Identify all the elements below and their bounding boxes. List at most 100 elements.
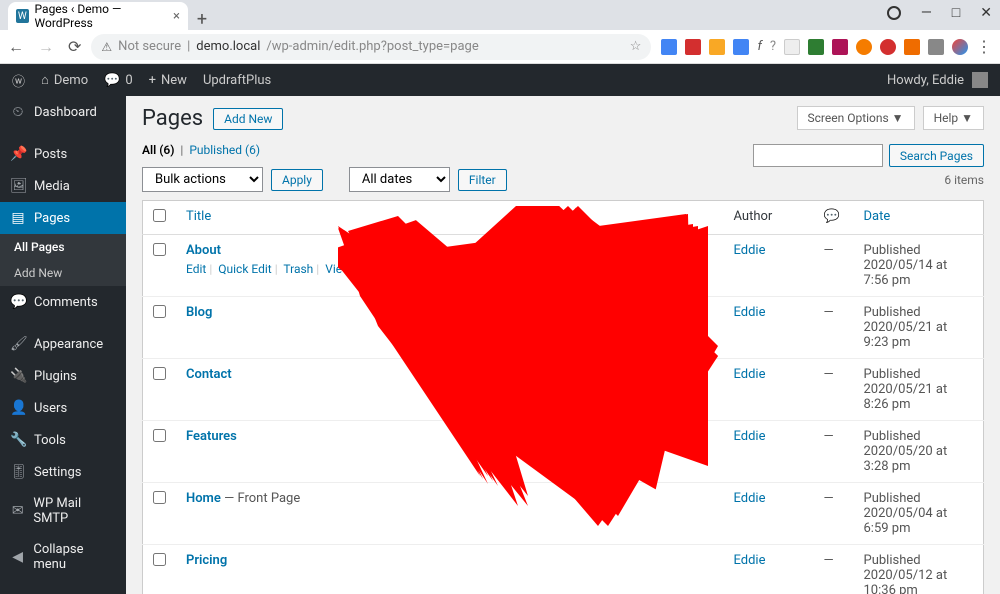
site-link[interactable]: ⌂Demo [41,72,88,88]
new-link[interactable]: +New [149,73,187,88]
forward-icon: → [38,37,54,57]
dates-select[interactable]: All dates [349,167,450,192]
back-icon[interactable]: ← [8,37,24,57]
filter-button[interactable]: Filter [458,169,507,191]
ext-icon[interactable] [832,39,848,55]
sidebar-item-posts[interactable]: 📌Posts [0,138,126,170]
ext-icon[interactable] [904,39,920,55]
row-action-trash[interactable]: Trash [283,262,313,276]
col-title[interactable]: Title [186,209,211,224]
page-title-link[interactable]: Pricing [186,553,227,568]
table-row: Contact Eddie — Published2020/05/21 at 8… [143,359,984,421]
sidebar-item-settings[interactable]: 🎚Settings [0,456,126,488]
author-link[interactable]: Eddie [734,491,766,506]
ext-icon[interactable] [880,39,896,55]
row-action-view[interactable]: View [325,262,351,276]
page-title-link[interactable]: Features [186,429,237,444]
page-title-link[interactable]: About [186,243,221,258]
author-link[interactable]: Eddie [734,367,766,382]
mail-icon: ✉ [10,503,25,519]
sidebar-item-comments[interactable]: 💬Comments [0,286,126,318]
menu-icon[interactable]: ⋮ [976,37,992,56]
sidebar-item-wpmail[interactable]: ✉WP Mail SMTP [0,488,126,534]
page-title: Pages [142,106,203,131]
sidebar-item-users[interactable]: 👤Users [0,392,126,424]
sidebar-item-media[interactable]: 🖼Media [0,170,126,202]
col-comments-icon[interactable]: 💬 [814,201,854,235]
row-checkbox[interactable] [153,553,166,566]
reload-icon[interactable]: ⟳ [68,37,81,57]
comment-icon: 💬 [10,294,26,310]
search-input[interactable] [753,144,883,167]
author-link[interactable]: Eddie [734,305,766,320]
row-checkbox[interactable] [153,367,166,380]
profile-icon[interactable] [887,6,901,20]
user-avatar-icon[interactable] [972,72,988,88]
star-icon[interactable]: ☆ [630,39,642,54]
sidebar-item-pages[interactable]: ▤Pages [0,202,126,234]
row-action-duplicate[interactable]: Duplicate [363,262,413,276]
extensions-tray: f ? ⋮ [661,37,992,56]
row-checkbox[interactable] [153,243,166,256]
ext-icon[interactable] [733,39,749,55]
ext-icon[interactable] [808,39,824,55]
add-new-button[interactable]: Add New [213,108,283,130]
page-title-link[interactable]: Contact [186,367,232,382]
row-action-edit[interactable]: Edit [186,262,206,276]
close-window-icon[interactable]: ✕ [980,5,992,21]
filter-published[interactable]: Published (6) [189,143,260,157]
comments-count: — [814,545,854,594]
author-link[interactable]: Eddie [734,429,766,444]
select-all-checkbox[interactable] [153,209,166,222]
help-button[interactable]: Help ▼ [923,106,984,130]
ext-icon[interactable] [784,39,800,55]
row-checkbox[interactable] [153,305,166,318]
col-date[interactable]: Date [864,209,891,224]
date-cell: Published2020/05/21 at 8:26 pm [854,359,984,421]
ext-icon[interactable] [661,39,677,55]
ext-icon[interactable] [928,39,944,55]
row-action-quick-edit[interactable]: Quick Edit [218,262,271,276]
ext-icon[interactable] [709,39,725,55]
howdy-label[interactable]: Howdy, Eddie [887,73,964,88]
wp-logo[interactable]: ⓦ [12,71,25,90]
maximize-icon[interactable]: □ [952,4,960,21]
sidebar-item-appearance[interactable]: 🖌Appearance [0,328,126,360]
sidebar-item-dashboard[interactable]: ⏲Dashboard [0,96,126,128]
home-icon: ⌂ [41,72,49,88]
author-link[interactable]: Eddie [734,243,766,258]
apply-button[interactable]: Apply [271,169,323,191]
page-title-link[interactable]: Home [186,491,221,506]
sidebar-item-plugins[interactable]: 🔌Plugins [0,360,126,392]
ext-icon[interactable] [685,39,701,55]
page-title-link[interactable]: Blog [186,305,212,320]
url-host: demo.local [196,39,260,54]
search-button[interactable]: Search Pages [889,144,984,167]
browser-tab[interactable]: W Pages ‹ Demo — WordPress × [8,2,188,30]
user-icon: 👤 [10,400,26,416]
filter-all[interactable]: All (6) [142,143,174,157]
close-tab-icon[interactable]: × [173,9,180,24]
address-bar[interactable]: ⚠ Not secure | demo.local/wp-admin/edit.… [91,34,651,60]
wrench-icon: 🔧 [10,432,26,448]
minimize-icon[interactable]: — [921,5,932,21]
ext-icon[interactable]: ? [770,39,776,54]
bulk-actions-select[interactable]: Bulk actions [142,167,263,192]
updraft-link[interactable]: UpdraftPlus [203,73,271,88]
sidebar-sub-all-pages[interactable]: All Pages [0,234,126,260]
screen-options-button[interactable]: Screen Options ▼ [797,106,915,130]
not-secure-icon: ⚠ [101,40,112,54]
avatar-icon[interactable] [952,39,968,55]
row-checkbox[interactable] [153,429,166,442]
author-link[interactable]: Eddie [734,553,766,568]
date-cell: Published2020/05/21 at 9:23 pm [854,297,984,359]
items-count: 6 items [944,173,984,187]
sidebar-collapse[interactable]: ◀Collapse menu [0,534,126,580]
sidebar-item-tools[interactable]: 🔧Tools [0,424,126,456]
new-tab-button[interactable]: + [188,9,216,30]
sidebar-sub-add-new[interactable]: Add New [0,260,126,286]
comments-link[interactable]: 💬0 [104,73,133,88]
row-checkbox[interactable] [153,491,166,504]
ext-icon[interactable]: f [757,39,761,54]
ext-icon[interactable] [856,39,872,55]
